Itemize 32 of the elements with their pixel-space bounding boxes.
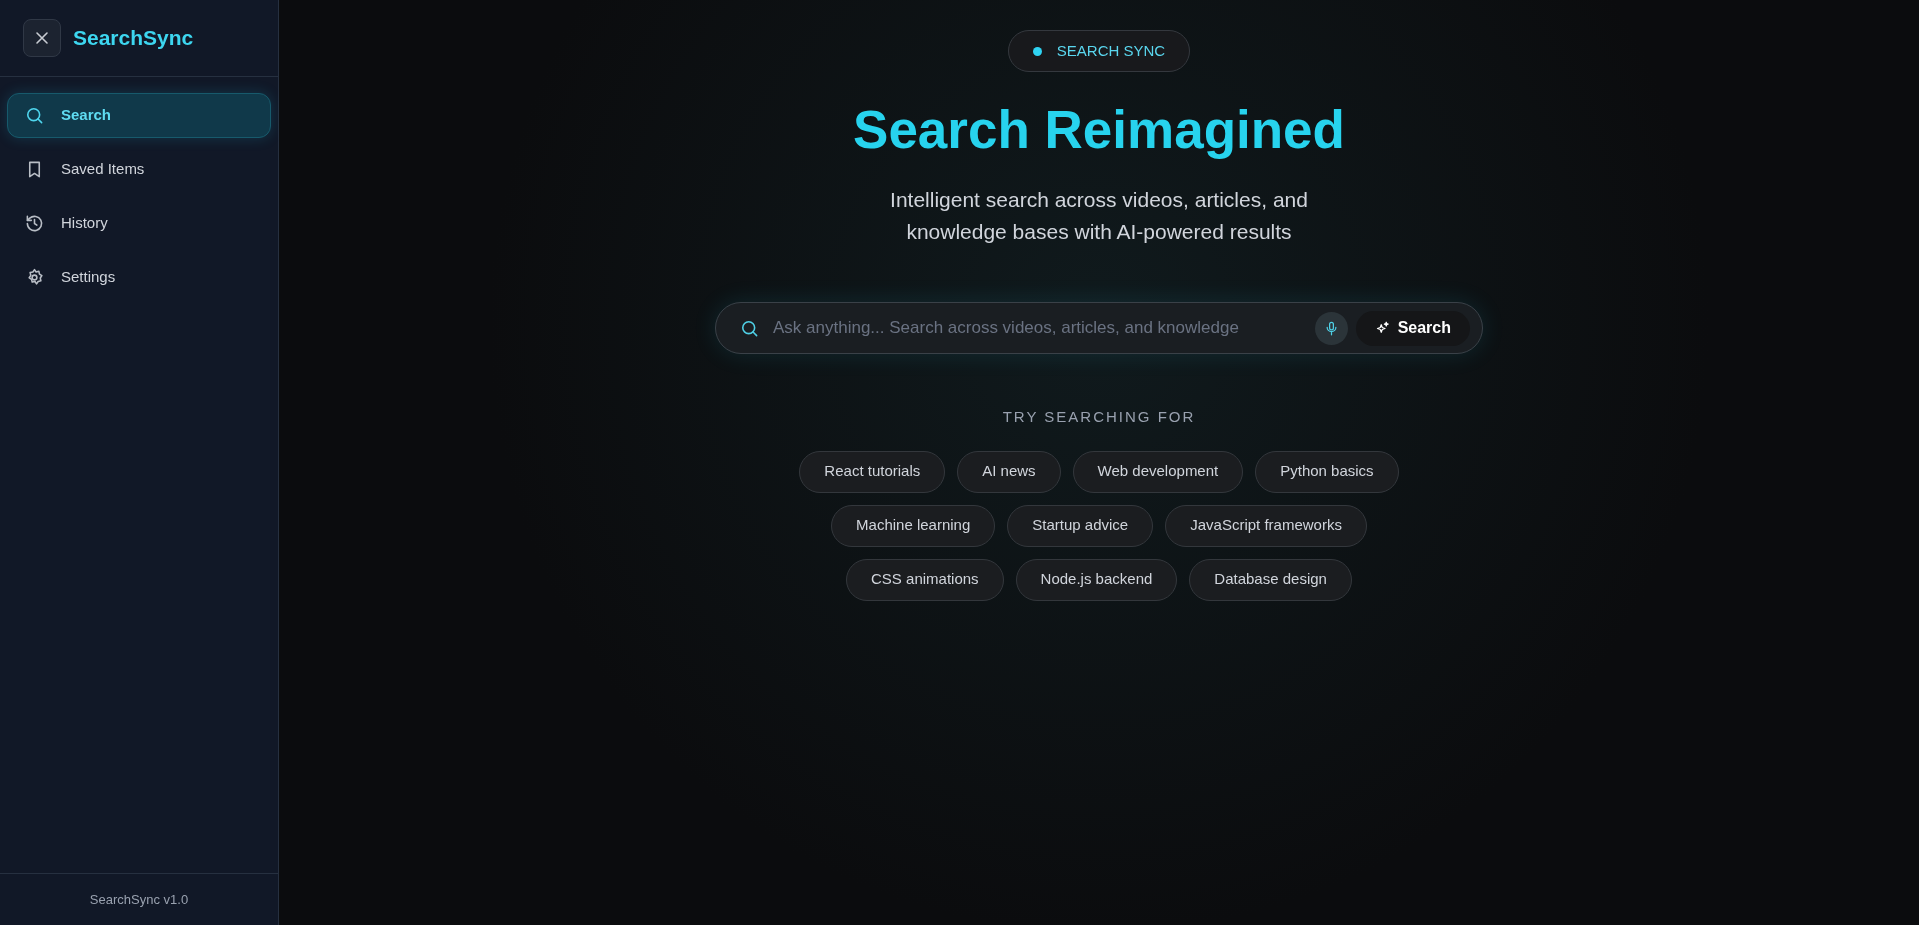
hero-title: Search Reimagined <box>853 99 1345 161</box>
suggestion-chip[interactable]: Python basics <box>1255 450 1399 493</box>
nav-item[interactable]: Search <box>7 93 271 138</box>
microphone-button[interactable] <box>1314 311 1348 345</box>
suggestion-chip[interactable]: AI news <box>957 450 1061 493</box>
suggestions-heading: TRY SEARCHING FOR <box>1002 407 1196 427</box>
sparkle-icon <box>1374 320 1390 336</box>
nav-item[interactable]: Settings <box>7 255 271 300</box>
suggestion-chip[interactable]: Node.js backend <box>1015 558 1178 601</box>
badge-label: SEARCH SYNC <box>1056 40 1166 61</box>
subtitle-line: knowledge bases with AI-powered results <box>906 219 1292 245</box>
nav-item[interactable]: History <box>7 201 271 246</box>
gear-icon <box>25 268 44 287</box>
suggestion-chip[interactable]: Web development <box>1072 450 1244 493</box>
search-button[interactable]: Search <box>1355 310 1470 346</box>
subtitle-line: Intelligent search across videos, articles, and <box>890 187 1308 213</box>
suggestion-chip[interactable]: Machine learning <box>831 504 996 547</box>
suggestion-chip[interactable]: Database design <box>1189 558 1352 601</box>
close-icon <box>34 30 50 46</box>
suggestion-chip[interactable]: React tutorials <box>799 450 946 493</box>
suggestion-chip[interactable]: CSS animations <box>846 558 1004 601</box>
suggestion-chip[interactable]: Startup advice <box>1007 504 1154 547</box>
close-button[interactable] <box>23 19 61 57</box>
search-bar[interactable]: Ask anything... Search across videos, articles, and knowledge Search <box>715 302 1483 354</box>
search-icon <box>25 106 44 125</box>
version-label: SearchSync v1.0 <box>89 890 189 909</box>
suggestion-chip[interactable]: JavaScript frameworks <box>1165 504 1367 547</box>
search-input[interactable]: Ask anything... Search across videos, articles, and knowledge <box>773 315 1315 341</box>
brand-name: SearchSync <box>73 25 194 52</box>
nav-item[interactable]: Saved Items <box>7 147 271 192</box>
search-icon <box>740 318 759 338</box>
history-icon <box>25 214 44 233</box>
